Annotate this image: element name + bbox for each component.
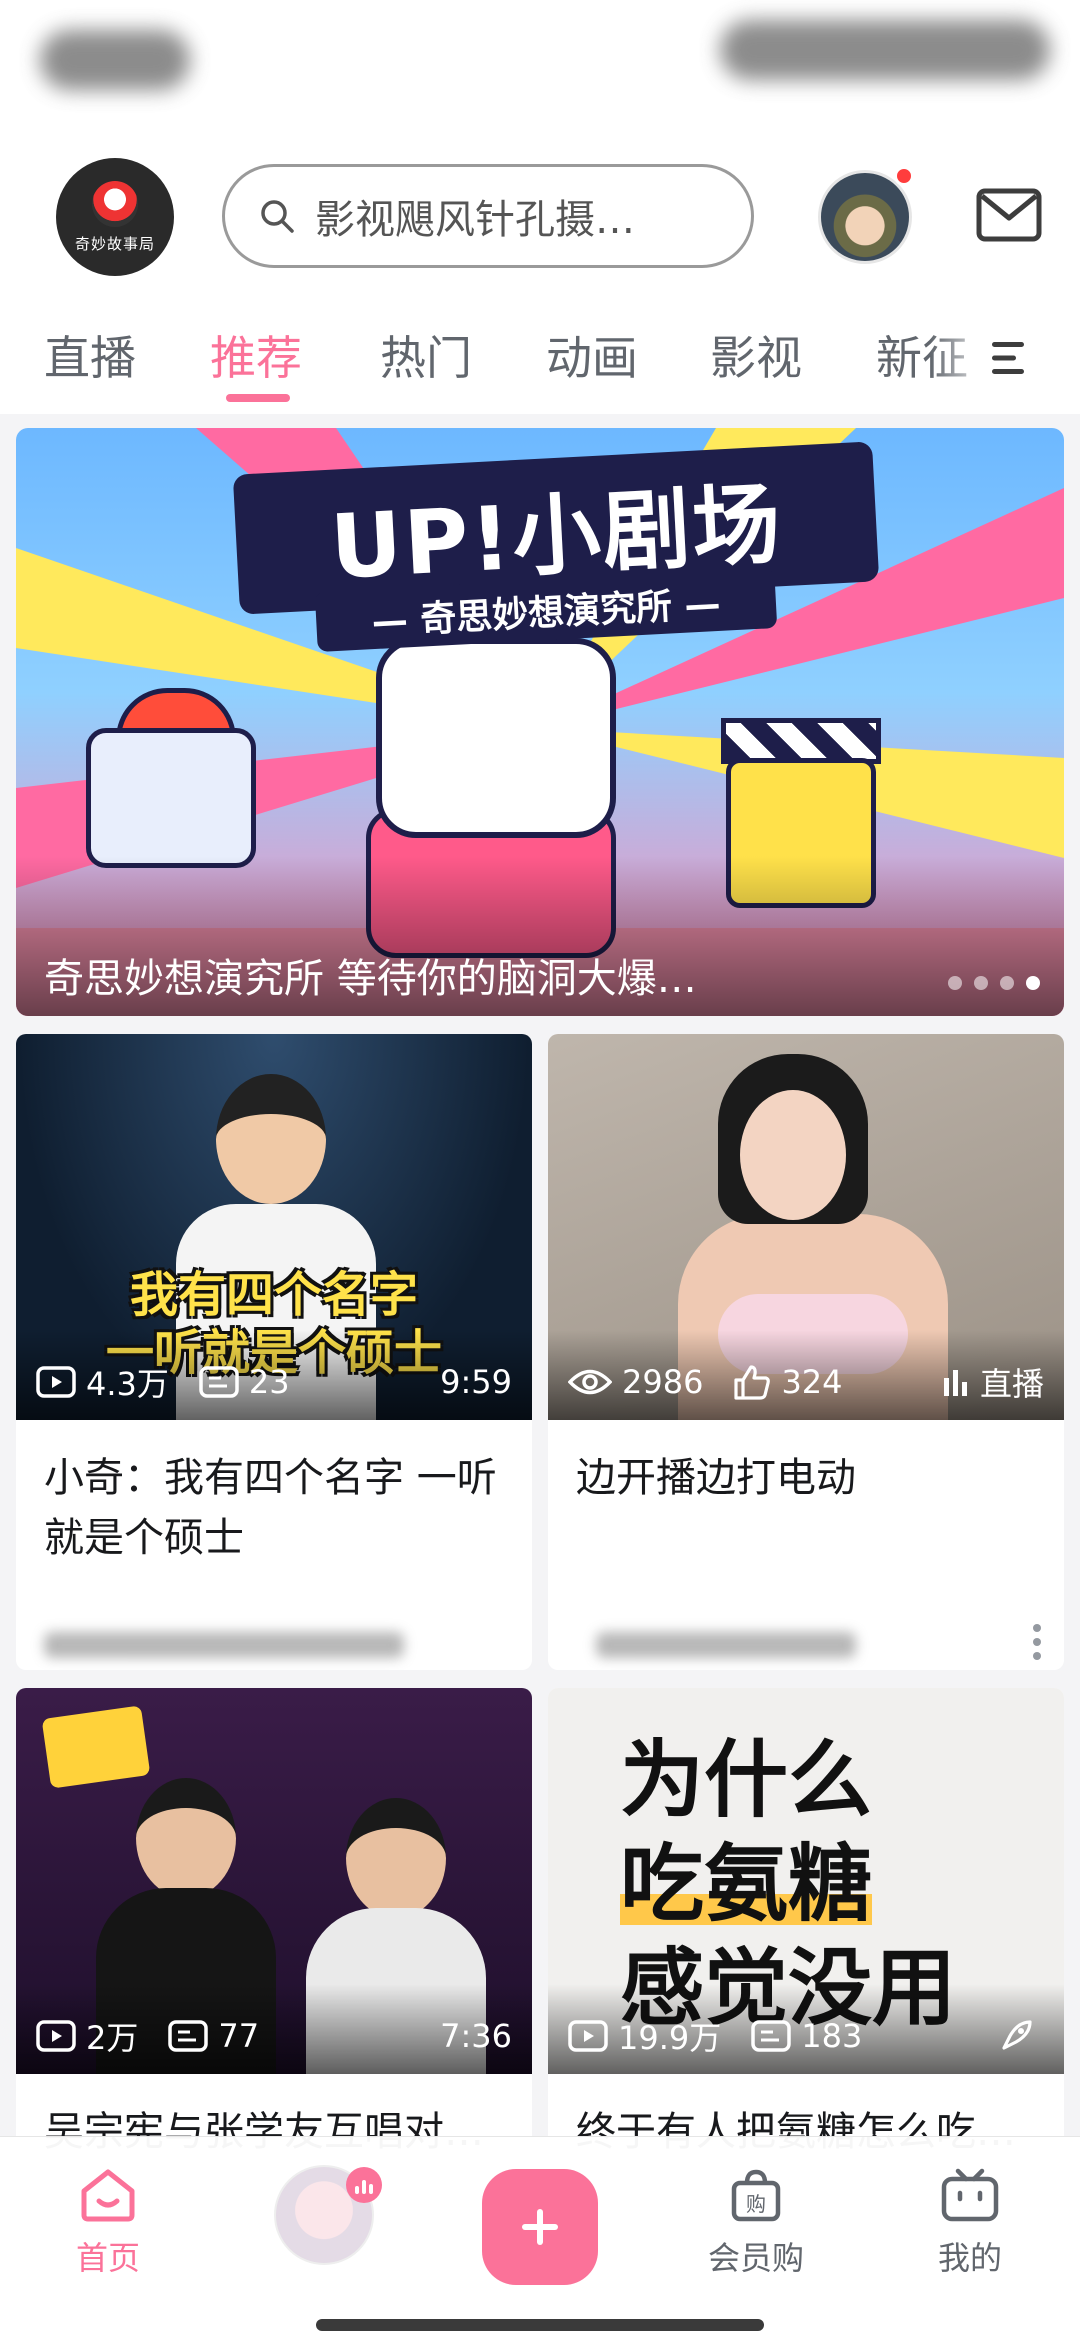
thumbnail-caption-line: 吃氨糖 bbox=[620, 1835, 873, 1933]
video-stats: 19.9万 183 bbox=[548, 2006, 1064, 2066]
video-stats: 4.3万 23 9:59 bbox=[16, 1352, 532, 1412]
danmaku-count: 183 bbox=[751, 2017, 862, 2055]
logo-mark-icon bbox=[92, 180, 138, 227]
pager-dot bbox=[974, 976, 988, 990]
plus-icon bbox=[522, 2209, 558, 2245]
viewer-count-text: 2986 bbox=[622, 1363, 704, 1401]
live-badge-icon bbox=[346, 2167, 382, 2203]
status-blur-left bbox=[40, 30, 190, 90]
view-count-text: 4.3万 bbox=[86, 1365, 169, 1403]
shopping-bag-icon: 购 bbox=[731, 2169, 781, 2222]
notification-dot bbox=[894, 166, 914, 186]
category-tabs: 直播 推荐 热门 动画 影视 新征 bbox=[0, 290, 1080, 414]
like-count: 324 bbox=[733, 1363, 843, 1401]
view-count-text: 19.9万 bbox=[618, 2019, 722, 2057]
play-count-icon bbox=[36, 1366, 76, 1398]
live-stats: 2986 324 直播 bbox=[548, 1352, 1064, 1412]
danmaku-count-text: 23 bbox=[248, 1363, 290, 1401]
tab-anime[interactable]: 动画 bbox=[546, 322, 638, 388]
viewer-count: 2986 bbox=[568, 1363, 703, 1401]
tab-live[interactable]: 直播 bbox=[44, 322, 136, 388]
thumbnail-caption-line: 为什么 bbox=[620, 1731, 873, 1829]
status-bar bbox=[0, 0, 1080, 140]
rocket-badge bbox=[998, 2018, 1044, 2054]
danmaku-icon bbox=[168, 2020, 209, 2052]
tab-recommend[interactable]: 推荐 bbox=[210, 322, 302, 388]
video-card[interactable]: 我有四个名字一听就是个硕士 4.3万 23 9:59 小奇：我有四个名字 一听就… bbox=[16, 1034, 532, 1670]
banner-pager bbox=[948, 976, 1040, 990]
home-icon bbox=[81, 2169, 135, 2222]
bottom-navigation: 首页 购 会员购 我的 bbox=[0, 2136, 1080, 2344]
top-header: 奇妙故事局 影视飓风针孔摄… bbox=[0, 140, 1080, 290]
tab-hot[interactable]: 热门 bbox=[380, 322, 472, 388]
live-label-text: 直播 bbox=[979, 1365, 1044, 1403]
app-screen: 奇妙故事局 影视飓风针孔摄… 直播 推荐 热门 动画 影视 新征 UP!小剧场 … bbox=[0, 0, 1080, 2344]
home-indicator bbox=[316, 2319, 764, 2331]
thumbnail-caption-line: 我有四个名字 bbox=[129, 1267, 418, 1323]
live-label: 直播 bbox=[942, 1359, 1044, 1405]
live-card[interactable]: 2986 324 直播 边开播边打电动 bbox=[548, 1034, 1064, 1670]
tv-icon bbox=[941, 2168, 999, 2222]
danmaku-count-text: 77 bbox=[218, 2017, 260, 2055]
view-count: 2万 bbox=[36, 2013, 138, 2059]
video-stats: 2万 77 7:36 bbox=[16, 2006, 532, 2066]
menu-icon[interactable] bbox=[988, 340, 1028, 376]
banner-caption: 奇思妙想演究所 等待你的脑洞大爆… bbox=[44, 956, 697, 1002]
show-logo bbox=[41, 1705, 151, 1789]
video-title: 小奇：我有四个名字 一听就是个硕士 bbox=[44, 1455, 497, 1561]
nav-vip-label: 会员购 bbox=[707, 2239, 804, 2277]
pager-dot bbox=[948, 976, 962, 990]
view-count-text: 2万 bbox=[86, 2019, 139, 2057]
view-count: 19.9万 bbox=[568, 2013, 721, 2059]
danmaku-icon bbox=[751, 2020, 792, 2052]
view-count: 4.3万 bbox=[36, 1359, 169, 1405]
tab-film[interactable]: 影视 bbox=[710, 322, 802, 388]
pager-dot bbox=[1026, 976, 1040, 990]
pager-dot bbox=[1000, 976, 1014, 990]
tv-mascot bbox=[376, 638, 616, 838]
danmaku-count: 23 bbox=[199, 1363, 290, 1401]
eye-icon bbox=[568, 1369, 612, 1395]
live-meta-blurred bbox=[576, 1624, 996, 1664]
camera-mascot bbox=[86, 728, 256, 868]
more-options-icon[interactable] bbox=[1032, 1622, 1042, 1662]
live-bars-icon bbox=[943, 1370, 967, 1396]
danmaku-count: 77 bbox=[168, 2017, 259, 2055]
video-meta-blurred bbox=[44, 1624, 464, 1664]
active-tab-indicator bbox=[226, 394, 290, 402]
nav-mine[interactable]: 我的 bbox=[900, 2167, 1040, 2279]
nav-home-label: 首页 bbox=[75, 2239, 140, 2277]
like-count-text: 324 bbox=[781, 1363, 843, 1401]
rocket-icon bbox=[1002, 2020, 1032, 2050]
video-duration: 9:59 bbox=[440, 1363, 512, 1401]
play-count-icon bbox=[36, 2020, 76, 2052]
channel-logo[interactable]: 奇妙故事局 bbox=[56, 158, 174, 276]
nav-home[interactable]: 首页 bbox=[38, 2167, 178, 2279]
danmaku-icon bbox=[199, 1366, 239, 1398]
thumbs-up-icon bbox=[734, 1365, 771, 1400]
danmaku-count-text: 183 bbox=[801, 2017, 863, 2055]
search-bar[interactable]: 影视飓风针孔摄… bbox=[222, 164, 754, 268]
mail-icon[interactable] bbox=[976, 188, 1042, 242]
nav-mine-label: 我的 bbox=[937, 2239, 1002, 2277]
publish-button[interactable] bbox=[482, 2169, 598, 2285]
nav-vip-shop[interactable]: 购 会员购 bbox=[686, 2167, 826, 2279]
svg-text:购: 购 bbox=[746, 2192, 766, 2216]
play-count-icon bbox=[568, 2020, 608, 2052]
logo-text: 奇妙故事局 bbox=[74, 234, 155, 253]
status-blur-right bbox=[720, 20, 1050, 80]
video-duration: 7:36 bbox=[440, 2017, 512, 2055]
live-title: 边开播边打电动 bbox=[576, 1455, 856, 1501]
promo-banner[interactable]: UP!小剧场 — 奇思妙想演究所 — 奇思妙想演究所 等待你的脑洞大爆… bbox=[16, 428, 1064, 1016]
search-placeholder: 影视飓风针孔摄… bbox=[315, 197, 635, 243]
search-icon bbox=[261, 200, 294, 233]
